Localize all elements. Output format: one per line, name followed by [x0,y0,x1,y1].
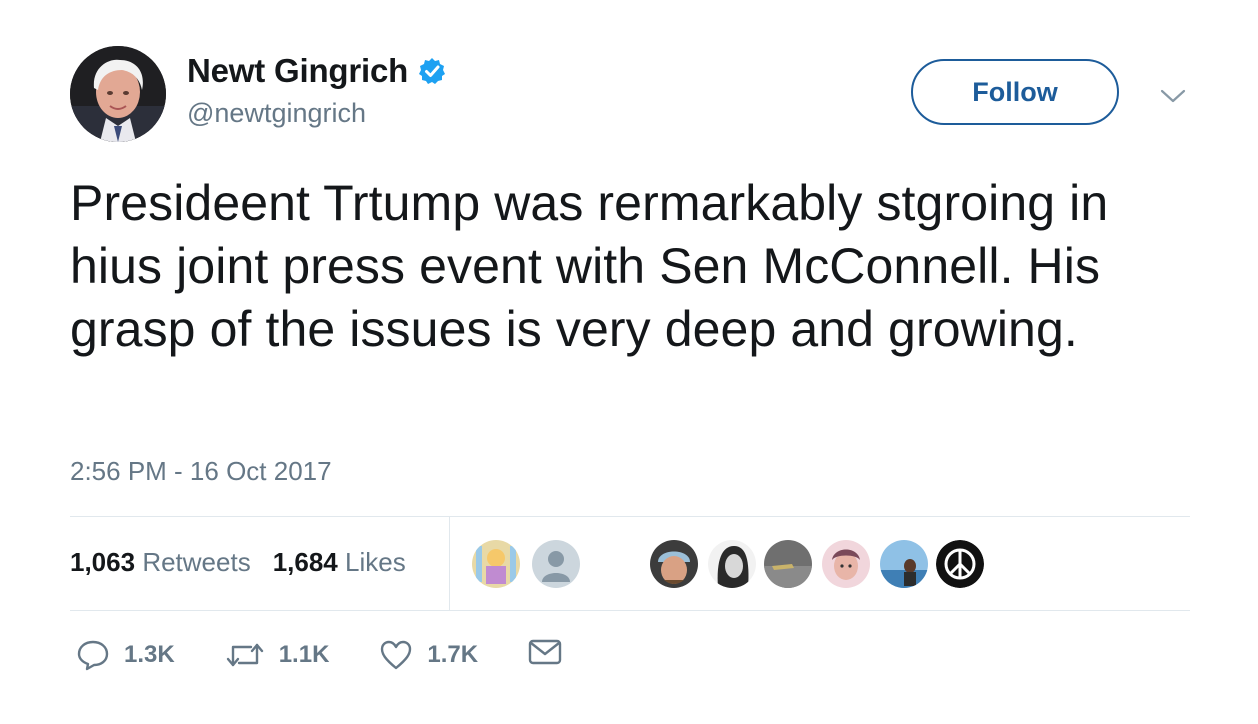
chevron-down-icon[interactable] [1160,86,1186,106]
retweet-count: 1.1K [278,640,330,668]
envelope-icon [528,639,562,670]
tweet-actions: 1.3K 1.1K 1.7K [76,638,562,671]
tweet-stats: 1,063 Retweets 1,684 Likes [70,547,428,578]
liker-avatar[interactable] [764,540,812,588]
like-count: 1.7K [427,640,479,668]
like-button[interactable]: 1.7K [379,639,478,671]
tweet-timestamp[interactable]: 2:56 PM - 16 Oct 2017 [70,456,332,487]
author-name-row: Newt Gingrich [187,52,446,90]
reply-icon [76,639,110,671]
retweets-label: Retweets [142,547,251,577]
liker-avatar[interactable] [822,540,870,588]
liker-avatar-default[interactable] [532,540,580,588]
follow-button[interactable]: Follow [911,59,1119,125]
stats-divider [449,517,450,610]
likes-label: Likes [345,547,406,577]
reply-count: 1.3K [124,640,175,668]
author-avatar[interactable] [70,46,166,142]
direct-message-button[interactable] [528,638,562,671]
liker-avatar[interactable] [708,540,756,588]
liker-avatars [472,540,1192,590]
likes-count: 1,684 [272,547,338,577]
peace-sign-avatar[interactable] [936,540,984,588]
retweets-stat[interactable]: 1,063 Retweets [70,547,251,578]
reply-button[interactable]: 1.3K [76,639,175,671]
author-handle[interactable]: @newtgingrich [187,98,366,129]
retweet-button[interactable]: 1.1K [225,639,330,671]
retweet-icon [225,639,265,671]
heart-icon [379,639,413,671]
retweets-count: 1,063 [70,547,136,577]
liker-avatar[interactable] [472,540,520,588]
liker-avatar[interactable] [880,540,928,588]
verified-badge-icon [418,57,446,85]
divider [70,516,1190,517]
tweet-text: Presideent Trtump was rermarkably stgroi… [70,175,1109,357]
liker-avatar[interactable] [650,540,698,588]
divider [70,610,1190,611]
likes-stat[interactable]: 1,684 Likes [273,547,406,578]
author-display-name[interactable]: Newt Gingrich [187,52,408,90]
